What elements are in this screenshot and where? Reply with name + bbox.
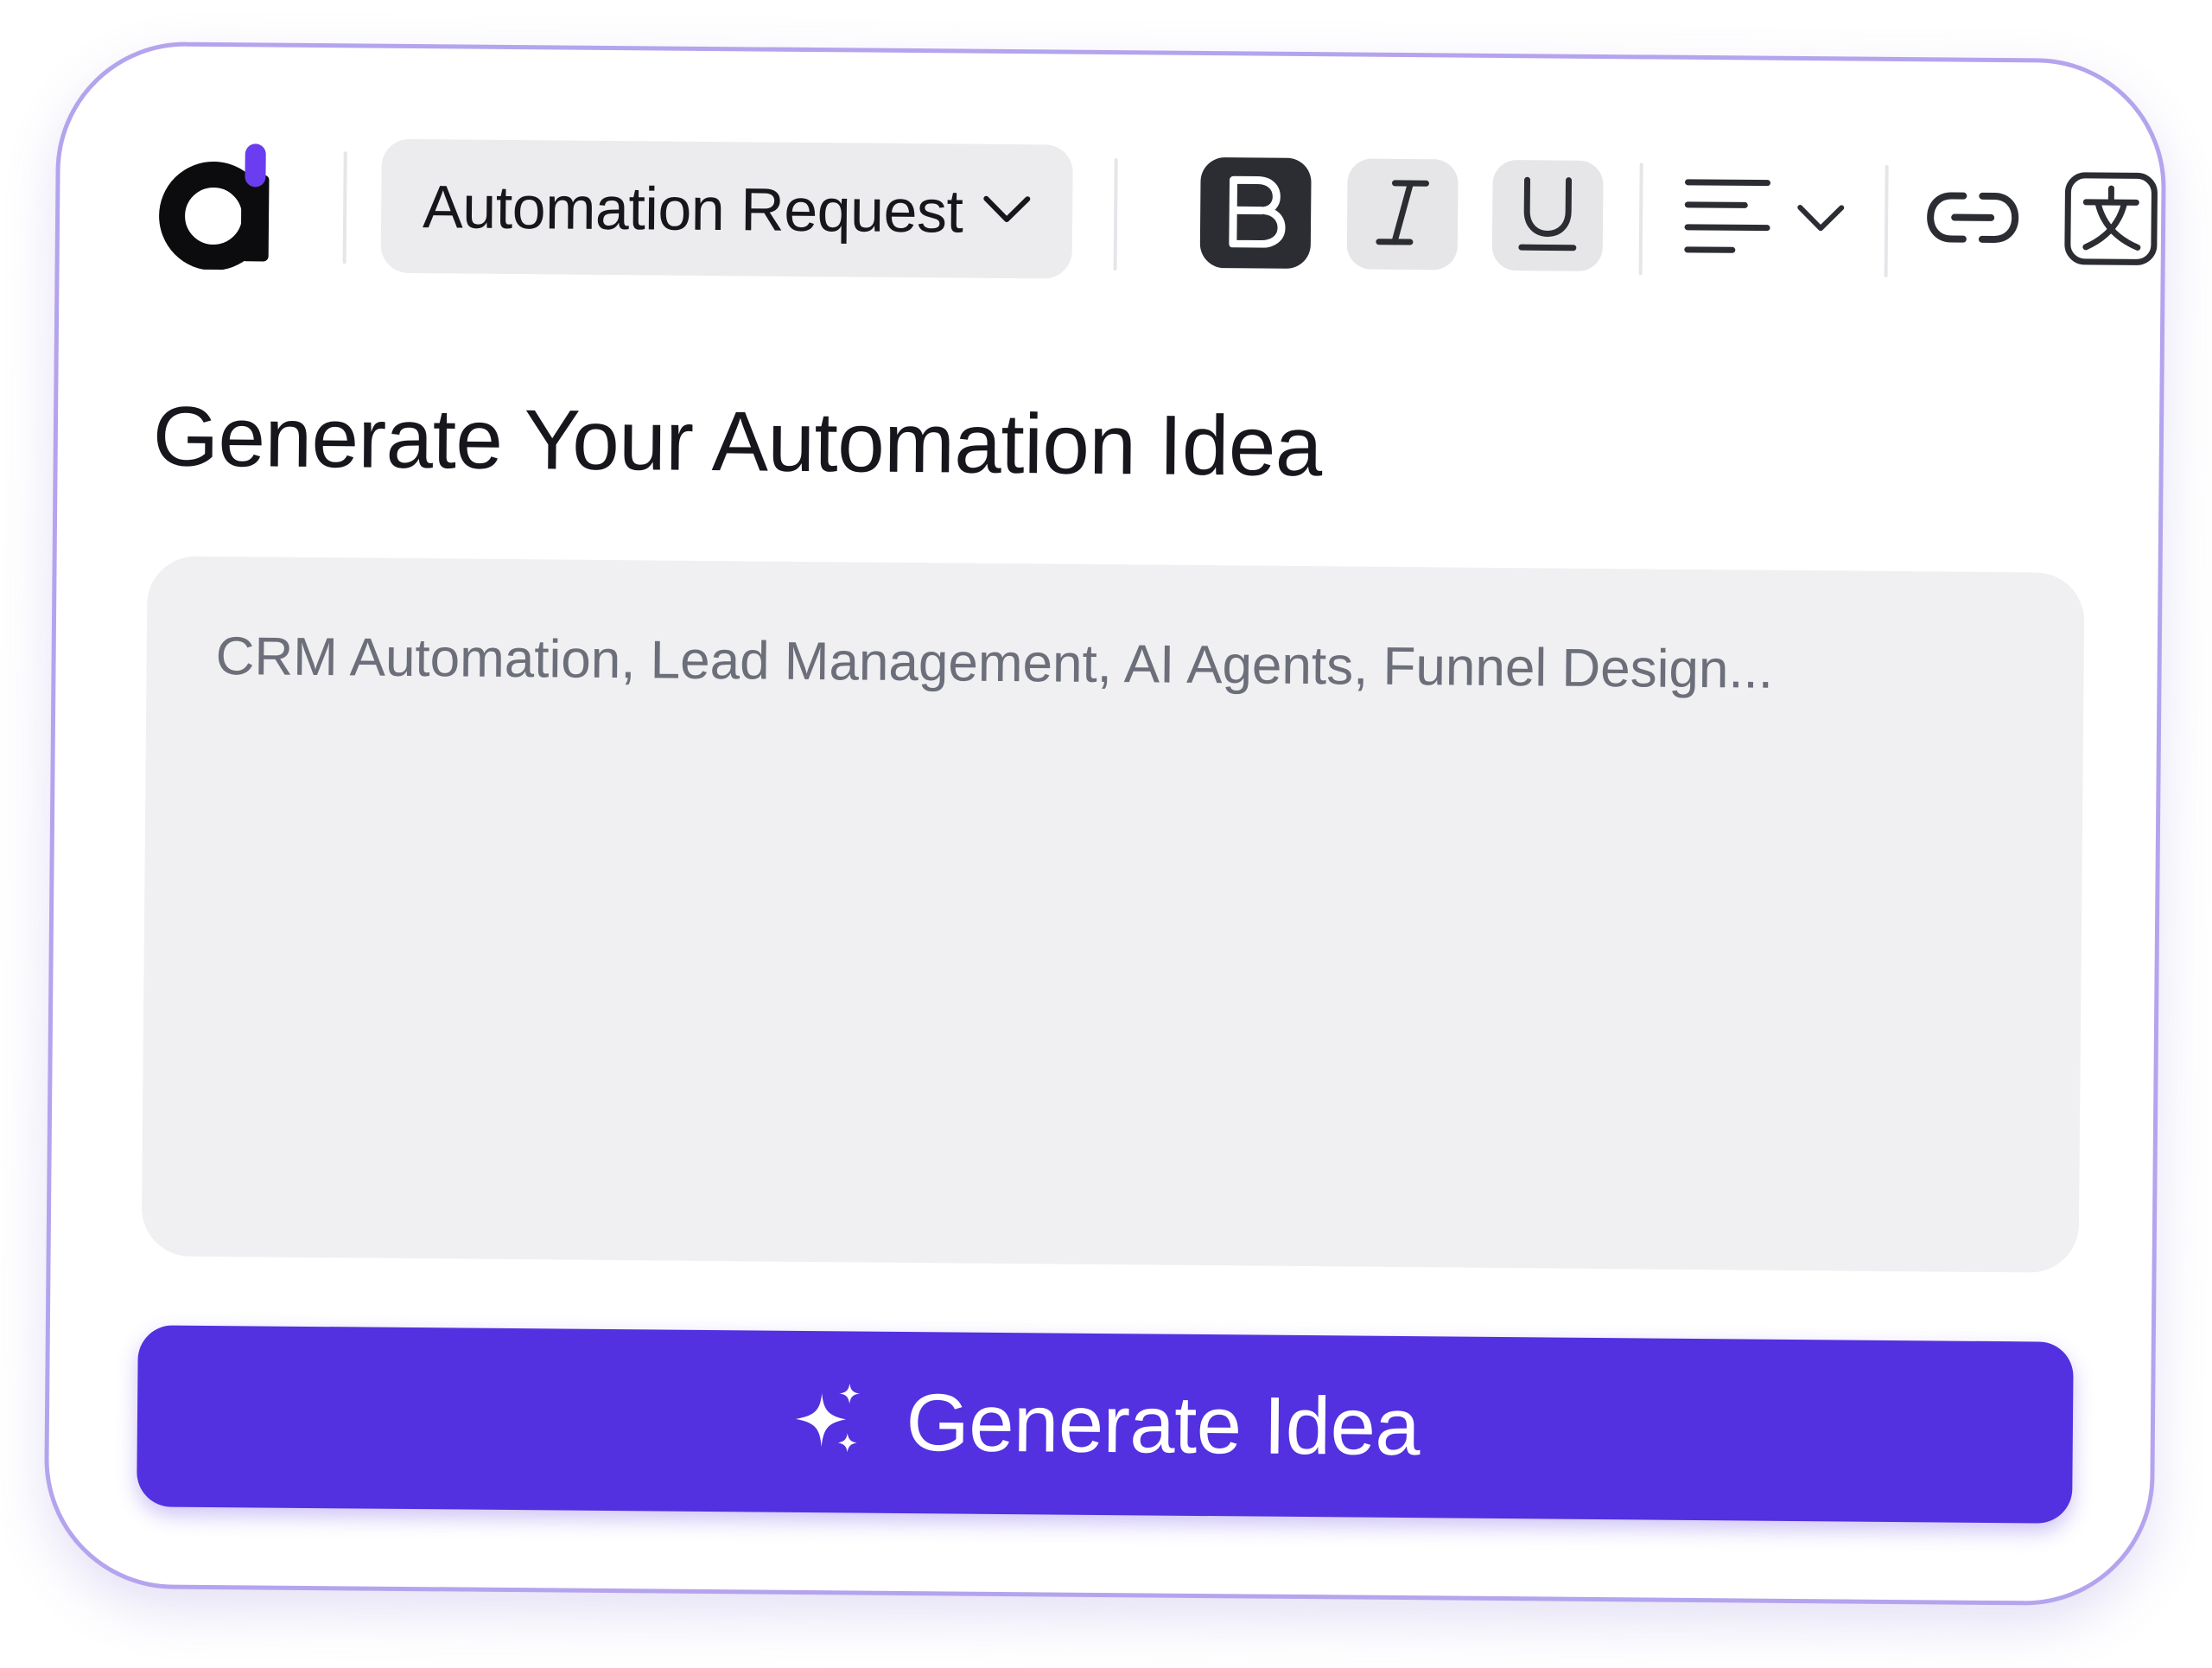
translate-icon <box>2063 170 2159 271</box>
input-placeholder: CRM Automation, Lead Management, AI Agen… <box>215 627 1774 700</box>
template-dropdown-label: Automation Request <box>422 172 963 245</box>
editor-toolbar: Automation Request <box>155 132 2158 287</box>
underline-button[interactable] <box>1491 159 1604 271</box>
app-logo-icon <box>155 139 287 271</box>
template-dropdown[interactable]: Automation Request <box>380 138 1073 279</box>
align-left-icon <box>1684 176 1771 261</box>
toolbar-divider <box>342 151 347 264</box>
automation-idea-card: Automation Request Generate Your Automat… <box>43 41 2167 1607</box>
italic-button[interactable] <box>1346 158 1459 271</box>
chevron-down-icon <box>982 194 1031 229</box>
text-align-dropdown[interactable] <box>1684 163 1858 276</box>
generate-idea-label: Generate Idea <box>906 1377 1421 1473</box>
bold-icon <box>1223 175 1289 252</box>
bold-button[interactable] <box>1199 156 1312 270</box>
translate-button[interactable] <box>2056 165 2167 277</box>
sparkle-icon <box>790 1380 868 1463</box>
toolbar-divider <box>1638 162 1643 276</box>
italic-icon <box>1372 175 1433 253</box>
toolbar-divider <box>1884 164 1889 277</box>
toolbar-divider <box>1113 158 1118 271</box>
page-title: Generate Your Automation Idea <box>152 388 1323 494</box>
link-icon <box>1925 188 2021 251</box>
chevron-down-icon <box>1796 201 1845 237</box>
insert-link-button[interactable] <box>1917 163 2029 275</box>
automation-idea-input[interactable]: CRM Automation, Lead Management, AI Agen… <box>141 556 2085 1273</box>
underline-icon <box>1515 175 1581 258</box>
generate-idea-button[interactable]: Generate Idea <box>137 1325 2074 1524</box>
